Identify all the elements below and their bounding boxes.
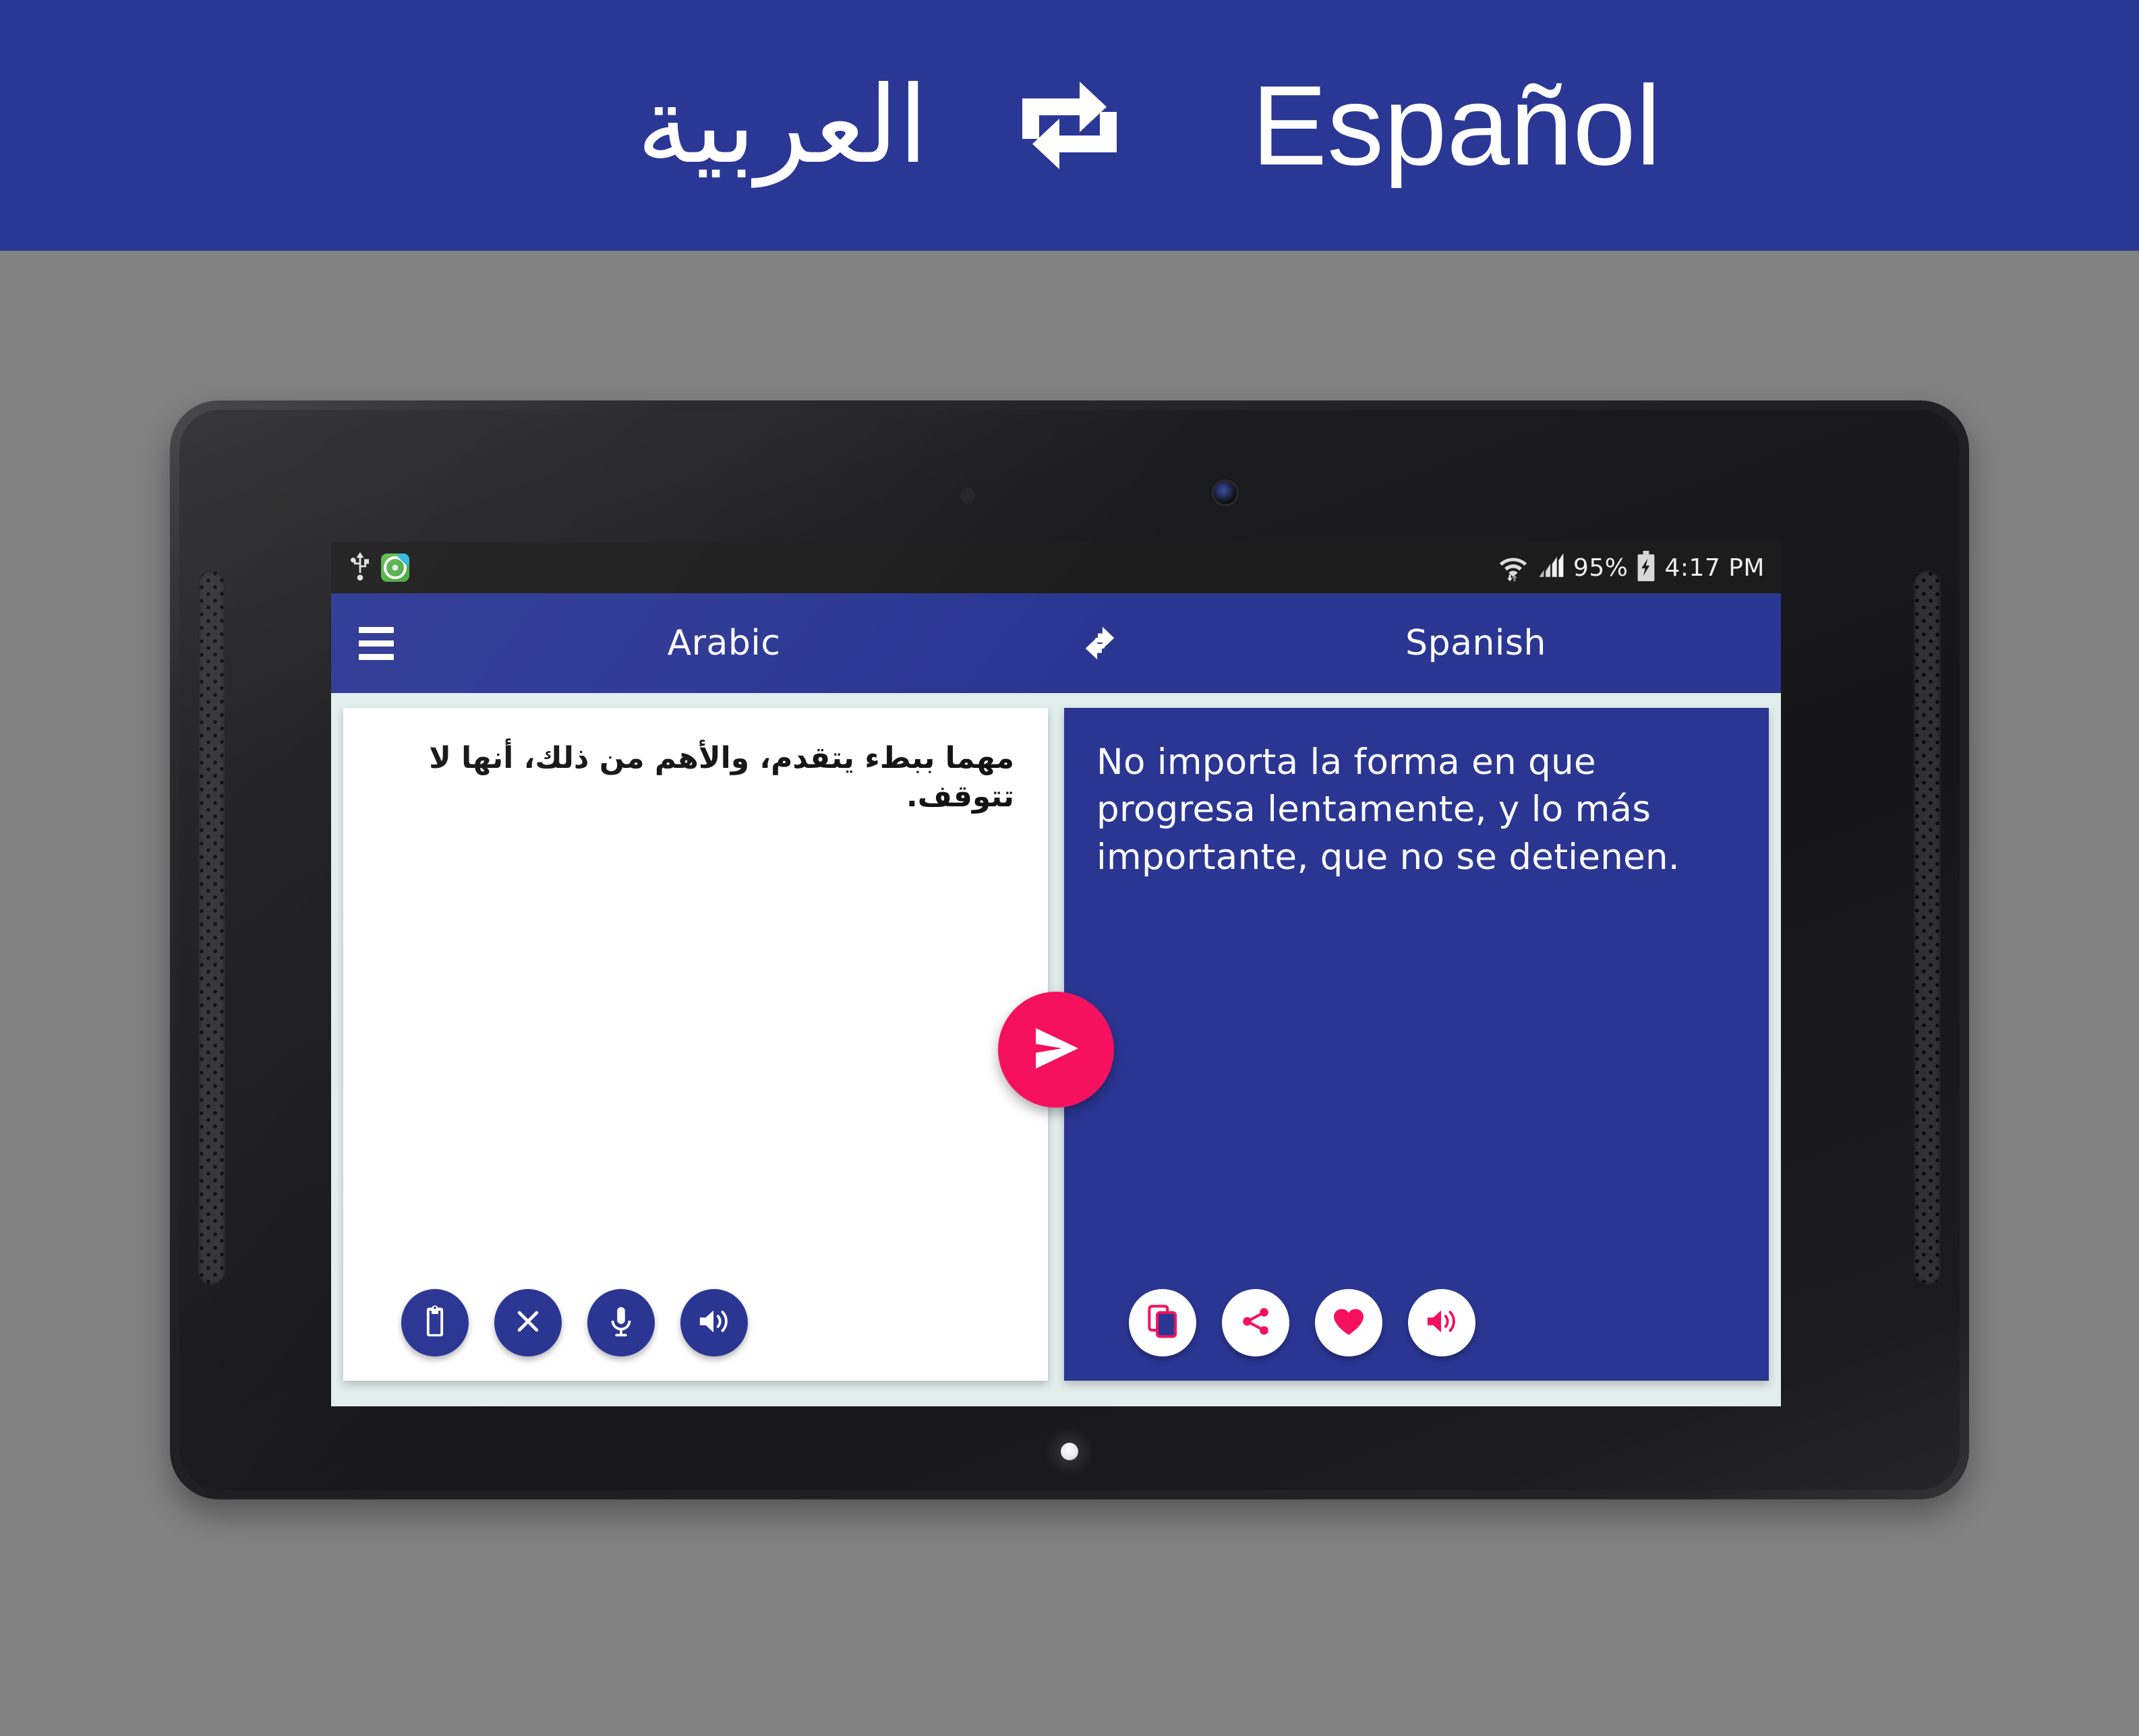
promo-banner: العربية Español: [0, 0, 2139, 251]
status-bar-left-icons: [349, 551, 409, 584]
translation-body: مهما ببطء يتقدم، والأهم من ذلك، أنها لا …: [331, 693, 1781, 1406]
share-button[interactable]: [1222, 1289, 1289, 1356]
send-arrow-icon: [1028, 1022, 1084, 1078]
copy-icon: [1147, 1304, 1178, 1342]
speaker-icon: [1425, 1306, 1459, 1340]
share-icon: [1240, 1306, 1271, 1340]
battery-charging-icon: [1636, 550, 1656, 585]
target-text-panel[interactable]: No importa la forma en que progresa lent…: [1064, 708, 1769, 1381]
speaker-grille-right: [1914, 570, 1941, 1286]
wifi-icon: [1498, 551, 1529, 585]
usb-icon: [349, 551, 372, 584]
status-bar-right-icons: 95% 4:17 PM: [1498, 550, 1765, 585]
target-text[interactable]: No importa la forma en que progresa lent…: [1064, 708, 1769, 888]
hamburger-menu-icon[interactable]: [331, 626, 419, 660]
speaker-icon: [697, 1306, 731, 1340]
app-toolbar: Arabic Spanish: [331, 593, 1781, 693]
promo-swap-icon-wrap: [968, 75, 1171, 176]
toolbar-target-language[interactable]: Spanish: [1171, 623, 1781, 663]
tablet-bezel: 95% 4:17 PM Arabic Spanish مهما ببطء يتق…: [179, 410, 1960, 1490]
tablet-screen: 95% 4:17 PM Arabic Spanish مهما ببطء يتق…: [331, 542, 1781, 1406]
battery-percent-label: 95%: [1573, 553, 1629, 582]
heart-icon: [1332, 1306, 1366, 1340]
clear-button[interactable]: [494, 1289, 562, 1356]
voice-input-button[interactable]: [587, 1289, 655, 1356]
proximity-sensor: [960, 488, 975, 503]
source-text-panel[interactable]: مهما ببطء يتقدم، والأهم من ذلك، أنها لا …: [343, 708, 1048, 1381]
promo-target-language: Español: [1252, 62, 1662, 189]
microphone-icon: [606, 1305, 636, 1342]
cellular-signal-icon: [1537, 552, 1565, 584]
close-x-icon: [513, 1307, 543, 1340]
toolbar-source-language[interactable]: Arabic: [419, 623, 1029, 663]
paste-button[interactable]: [401, 1289, 469, 1356]
favorite-button[interactable]: [1315, 1289, 1382, 1356]
source-panel-actions: [343, 1289, 1048, 1381]
tablet-device: 95% 4:17 PM Arabic Spanish مهما ببطء يتق…: [170, 400, 1969, 1499]
speak-source-button[interactable]: [680, 1289, 748, 1356]
clipboard-icon: [420, 1305, 450, 1342]
swap-languages-icon[interactable]: [1029, 622, 1171, 664]
speak-target-button[interactable]: [1408, 1289, 1475, 1356]
gps-app-icon: [381, 553, 409, 582]
source-text[interactable]: مهما ببطء يتقدم، والأهم من ذلك، أنها لا …: [343, 708, 1048, 822]
android-status-bar: 95% 4:17 PM: [331, 542, 1781, 593]
promo-source-language: العربية: [637, 66, 928, 185]
target-panel-actions: [1064, 1289, 1769, 1381]
swap-arrows-icon: [1016, 75, 1123, 176]
copy-button[interactable]: [1129, 1289, 1196, 1356]
clock-label: 4:17 PM: [1664, 553, 1765, 582]
speaker-grille-left: [198, 570, 225, 1286]
notification-led: [1061, 1443, 1078, 1460]
front-camera-icon: [1214, 481, 1237, 504]
translate-button[interactable]: [998, 992, 1114, 1108]
